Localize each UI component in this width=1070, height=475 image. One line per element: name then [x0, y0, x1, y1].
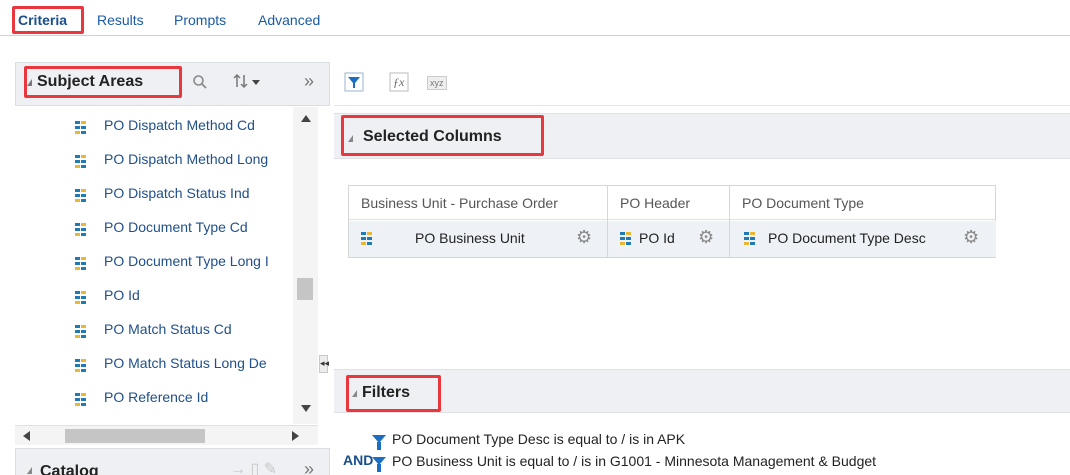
subject-areas-tree: PO Dispatch Method Cd PO Dispatch Method… — [15, 107, 318, 424]
filter-funnel-icon — [372, 457, 386, 472]
catalog-toolbar-icons[interactable]: → ▯ ✎ — [230, 462, 277, 475]
collapse-triangle-icon[interactable] — [27, 467, 32, 474]
column-icon — [75, 189, 87, 203]
filter-item[interactable]: PO Document Type Desc is equal to / is i… — [392, 431, 685, 447]
svg-text:ƒx: ƒx — [393, 75, 405, 89]
filter-icon[interactable] — [344, 72, 364, 95]
tree-item-label: PO Match Status Long De — [104, 355, 267, 371]
column-icon — [361, 232, 373, 246]
search-icon[interactable] — [192, 74, 208, 94]
column-card[interactable]: PO Document Type PO Document Type Desc ⚙ — [730, 186, 996, 257]
tree-item[interactable]: PO Match Status Cd — [15, 315, 318, 349]
tree-item[interactable]: PO Document Type Cd — [15, 213, 318, 247]
pane-splitter-collapse[interactable]: ◂◂ — [319, 355, 329, 373]
gear-icon[interactable]: ⚙ — [963, 228, 979, 246]
selected-columns-grid: Business Unit - Purchase Order PO Busine… — [348, 185, 996, 258]
column-group-label: PO Document Type — [730, 186, 996, 220]
filters-title: Filters — [362, 384, 411, 401]
tree-item-label: PO Id — [104, 287, 140, 303]
filter-conjunction[interactable]: AND — [343, 452, 373, 468]
sort-icon[interactable] — [232, 72, 266, 94]
column-icon — [75, 325, 87, 339]
expand-icon[interactable]: » — [304, 460, 314, 475]
expand-icon[interactable]: » — [304, 72, 314, 90]
column-icon — [620, 232, 632, 246]
tree-item[interactable]: PO Match Status Long De — [15, 349, 318, 383]
column-icon — [75, 393, 87, 407]
column-icon — [75, 257, 87, 271]
collapse-triangle-icon[interactable] — [348, 135, 353, 142]
column-card[interactable]: PO Header PO Id ⚙ — [608, 186, 730, 257]
tree-item[interactable]: PO Dispatch Status Ind — [15, 179, 318, 213]
tab-results[interactable]: Results — [97, 12, 144, 28]
tab-prompts[interactable]: Prompts — [174, 12, 226, 28]
column-name: PO Id — [639, 230, 675, 246]
tree-item-label: PO Dispatch Method Long — [104, 151, 269, 167]
subject-areas-title: Subject Areas — [37, 73, 144, 90]
scroll-up-icon[interactable] — [301, 115, 311, 122]
formula-icon[interactable]: ƒx — [389, 72, 409, 95]
tree-item[interactable]: PO Dispatch Method Long — [15, 145, 318, 179]
scroll-thumb[interactable] — [297, 278, 313, 300]
scroll-thumb[interactable] — [65, 429, 205, 443]
tree-item-label: PO Reference Id — [104, 389, 209, 405]
filters-header — [334, 369, 1070, 413]
column-icon — [75, 121, 87, 135]
tree-item[interactable]: PO Reference Id — [15, 383, 318, 417]
gear-icon[interactable]: ⚙ — [576, 228, 592, 246]
xyz-icon[interactable]: xyz — [427, 76, 447, 90]
column-card[interactable]: Business Unit - Purchase Order PO Busine… — [349, 186, 608, 257]
column-name: PO Document Type Desc — [768, 230, 926, 246]
column-group-label: Business Unit - Purchase Order — [349, 186, 607, 220]
column-icon — [75, 223, 87, 237]
tree-item-label: PO Document Type Cd — [104, 219, 248, 235]
filter-item[interactable]: PO Business Unit is equal to / is in G10… — [392, 453, 876, 469]
tree-item[interactable]: PO Id — [15, 281, 318, 315]
scroll-right-icon[interactable] — [292, 431, 299, 441]
column-icon — [744, 232, 756, 246]
tree-item-label: PO Match Status Cd — [104, 321, 232, 337]
tree-item[interactable]: PO Dispatch Method Cd — [15, 111, 318, 145]
gear-icon[interactable]: ⚙ — [698, 228, 714, 246]
tree-item[interactable]: PO Document Type Long I — [15, 247, 318, 281]
tab-bar: Criteria Results Prompts Advanced — [0, 0, 1070, 36]
tree-item-label: PO Document Type Long I — [104, 253, 269, 269]
tree-item-label: PO Dispatch Status Ind — [104, 185, 250, 201]
column-icon — [75, 291, 87, 305]
tree-vertical-scrollbar[interactable] — [293, 107, 318, 424]
column-group-label: PO Header — [608, 186, 729, 220]
tree-item-label: PO Dispatch Method Cd — [104, 117, 255, 133]
tree-horizontal-scrollbar[interactable] — [15, 425, 318, 445]
column-name: PO Business Unit — [415, 230, 525, 246]
catalog-title: Catalog — [40, 463, 99, 475]
tab-advanced[interactable]: Advanced — [258, 12, 320, 28]
filter-funnel-icon — [372, 435, 386, 450]
collapse-triangle-icon[interactable] — [352, 390, 357, 397]
column-icon — [75, 359, 87, 373]
collapse-triangle-icon[interactable] — [27, 79, 32, 86]
column-icon — [75, 155, 87, 169]
selected-columns-title: Selected Columns — [363, 128, 502, 145]
scroll-left-icon[interactable] — [23, 431, 30, 441]
scroll-down-icon[interactable] — [301, 405, 311, 412]
tab-criteria[interactable]: Criteria — [18, 12, 67, 28]
